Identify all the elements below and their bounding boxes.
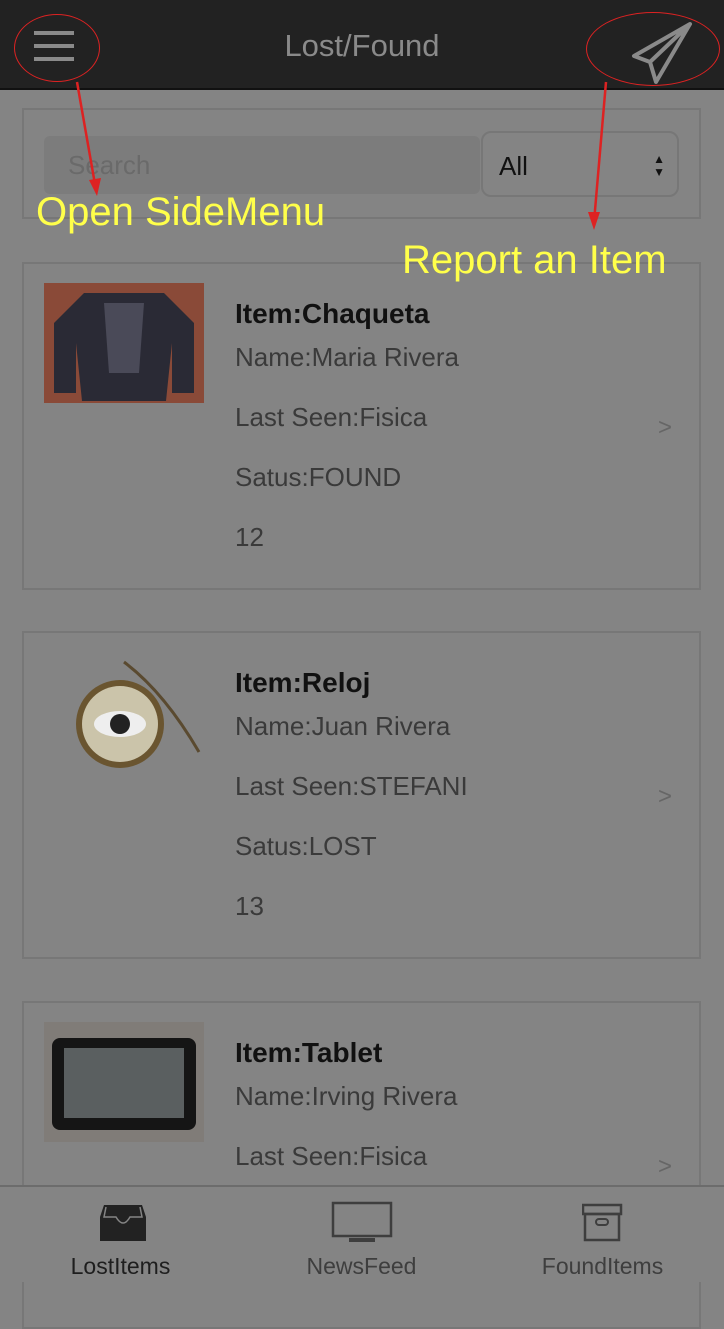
tab-label: FoundItems (541, 1253, 664, 1279)
monitor-icon (331, 1201, 393, 1242)
item-image-watch (44, 652, 204, 772)
item-owner: Name:Irving Rivera (235, 1081, 458, 1111)
list-item[interactable]: Item:Reloj Name:Juan Rivera Last Seen:ST… (22, 631, 701, 959)
archive-box-icon (582, 1203, 623, 1242)
list-item[interactable]: Item:Chaqueta Name:Maria Rivera Last See… (22, 262, 701, 590)
item-id: 12 (235, 522, 264, 552)
item-last-seen: Last Seen:STEFANI (235, 771, 468, 801)
item-title: Item:Reloj (235, 667, 371, 698)
annotation-open-side-menu: Open SideMenu (36, 190, 326, 234)
chevron-right-icon: > (658, 783, 673, 810)
tab-news-feed[interactable]: NewsFeed (241, 1187, 482, 1284)
tab-bar: LostItems NewsFeed FoundItems (0, 1185, 724, 1282)
item-image-jacket (44, 283, 204, 403)
item-owner: Name:Maria Rivera (235, 342, 459, 372)
chevron-right-icon: > (658, 414, 673, 441)
tab-lost-items[interactable]: LostItems (0, 1187, 241, 1284)
item-last-seen: Last Seen:Fisica (235, 402, 428, 432)
annotation-report-item: Report an Item (402, 238, 667, 282)
item-owner: Name:Juan Rivera (235, 711, 451, 741)
item-status: Satus:LOST (235, 831, 377, 861)
chevron-right-icon: > (658, 1153, 673, 1180)
item-title: Item:Tablet (235, 1037, 383, 1068)
item-status: Satus:FOUND (235, 462, 402, 492)
tab-found-items[interactable]: FoundItems (482, 1187, 723, 1284)
tab-label: NewsFeed (306, 1253, 417, 1279)
inbox-icon (100, 1205, 146, 1241)
item-title: Item:Chaqueta (235, 298, 430, 329)
item-image-tablet (44, 1022, 204, 1142)
item-id: 13 (235, 891, 264, 921)
tab-label: LostItems (70, 1253, 171, 1279)
